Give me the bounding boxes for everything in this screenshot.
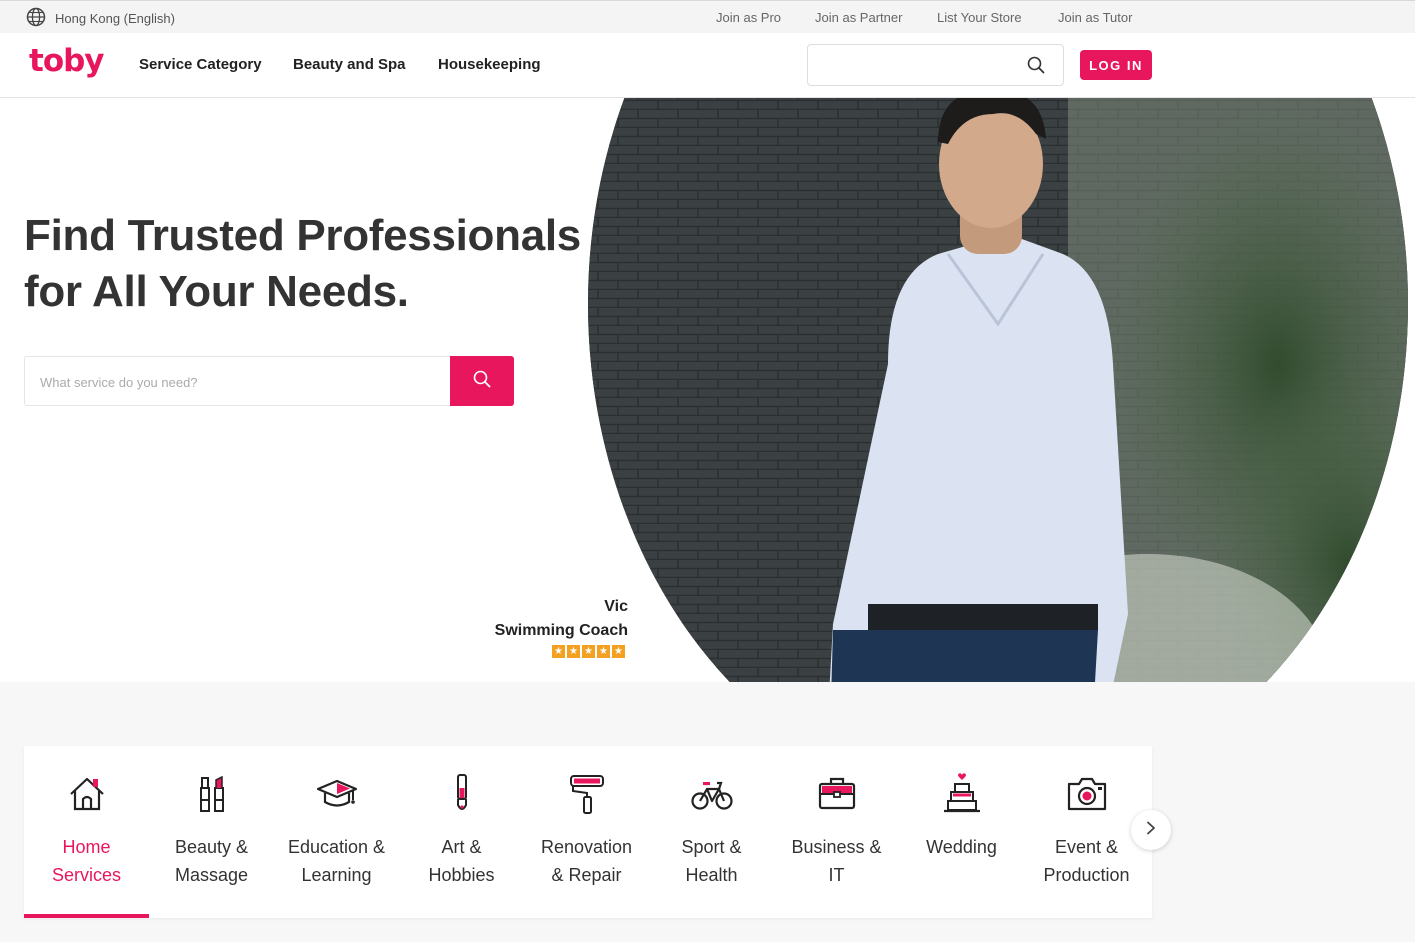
category-art-hobbies[interactable]: Art & Hobbies — [399, 746, 524, 918]
chevron-right-icon — [1144, 821, 1158, 840]
join-as-tutor-link[interactable]: Join as Tutor — [1058, 10, 1132, 25]
category-label-line: Hobbies — [428, 865, 495, 885]
star-icon: ★ — [597, 645, 610, 658]
featured-pro-rating: ★ ★ ★ ★ ★ — [552, 645, 625, 658]
category-label-line: Home — [62, 837, 111, 857]
category-label-line: Health — [685, 865, 738, 885]
hero-title-line-2: for All Your Needs. — [24, 267, 409, 316]
hero-title-line-1: Find Trusted Professionals — [24, 211, 581, 260]
category-label: Event & Production — [1024, 833, 1149, 889]
category-home-services[interactable]: Home Services — [24, 746, 149, 918]
category-renovation-repair[interactable]: Renovation & Repair — [524, 746, 649, 918]
globe-icon — [26, 7, 55, 30]
graduation-cap-icon — [315, 772, 359, 816]
category-label: Renovation & Repair — [524, 833, 649, 889]
hero-title: Find Trusted Professionals for All Your … — [24, 208, 581, 320]
category-wedding[interactable]: Wedding — [899, 746, 1024, 918]
category-label-line: Massage — [174, 865, 249, 885]
bicycle-icon — [690, 772, 734, 816]
search-icon[interactable] — [1027, 56, 1045, 79]
category-label-line: Education & — [287, 837, 386, 857]
category-label: Education & Learning — [274, 833, 399, 889]
category-label: Home Services — [24, 833, 149, 889]
service-search-input[interactable] — [40, 371, 440, 393]
search-icon — [473, 370, 491, 393]
category-label-line: Learning — [301, 865, 372, 885]
top-utility-bar: Hong Kong (English) Join as Pro Join as … — [0, 0, 1415, 33]
category-sport-health[interactable]: Sport & Health — [649, 746, 774, 918]
hero-photo — [588, 98, 1408, 682]
category-label-line: Beauty & — [174, 837, 249, 857]
header-search-box — [807, 44, 1064, 86]
login-button[interactable]: LOG IN — [1080, 50, 1152, 80]
cosmetics-icon — [190, 772, 234, 816]
join-as-partner-link[interactable]: Join as Partner — [815, 10, 902, 25]
category-label-line: Art & — [441, 837, 482, 857]
nav-beauty-and-spa[interactable]: Beauty and Spa — [293, 56, 406, 73]
hero-search-box — [24, 356, 514, 406]
category-label-line: Services — [51, 865, 122, 885]
join-as-pro-link[interactable]: Join as Pro — [716, 10, 781, 25]
category-label-line: Wedding — [926, 837, 997, 857]
carousel-next-button[interactable] — [1131, 810, 1171, 850]
category-beauty-massage[interactable]: Beauty & Massage — [149, 746, 274, 918]
toby-logo[interactable]: toby — [29, 43, 105, 79]
region-label: Hong Kong (English) — [55, 11, 175, 26]
category-label-line: Business & — [791, 837, 882, 857]
star-icon: ★ — [567, 645, 580, 658]
paintbrush-icon — [440, 772, 484, 816]
featured-pro-title: Swimming Coach — [494, 622, 628, 639]
hero-section: Find Trusted Professionals for All Your … — [0, 98, 1415, 682]
category-label: Art & Hobbies — [399, 833, 524, 889]
featured-pro-name: Vic — [604, 598, 628, 615]
active-tab-indicator — [24, 914, 149, 918]
region-selector[interactable]: Hong Kong (English) — [26, 7, 175, 30]
star-icon: ★ — [582, 645, 595, 658]
category-label-line: Production — [1043, 865, 1130, 885]
paint-roller-icon — [565, 772, 609, 816]
category-label-line: Renovation — [540, 837, 633, 857]
category-label: Business & IT — [774, 833, 899, 889]
header-search-input[interactable] — [818, 53, 1018, 77]
category-label: Sport & Health — [649, 833, 774, 889]
category-label: Wedding — [899, 833, 1024, 861]
star-icon: ★ — [612, 645, 625, 658]
category-business-it[interactable]: Business & IT — [774, 746, 899, 918]
briefcase-icon — [815, 772, 859, 816]
list-your-store-link[interactable]: List Your Store — [937, 10, 1022, 25]
main-header: toby Service Category Beauty and Spa Hou… — [0, 33, 1415, 98]
category-label-line: & Repair — [551, 865, 622, 885]
nav-service-category[interactable]: Service Category — [139, 56, 262, 73]
category-section: Home Services Beauty & Massage Education… — [0, 682, 1415, 942]
house-icon — [65, 772, 109, 816]
category-label-line: IT — [828, 865, 845, 885]
wedding-cake-icon — [940, 772, 984, 816]
category-label-line: Sport & — [681, 837, 742, 857]
category-label: Beauty & Massage — [149, 833, 274, 889]
category-education-learning[interactable]: Education & Learning — [274, 746, 399, 918]
hero-search-button[interactable] — [450, 356, 514, 406]
category-label-line: Event & — [1054, 837, 1119, 857]
star-icon: ★ — [552, 645, 565, 658]
camera-icon — [1065, 772, 1109, 816]
nav-housekeeping[interactable]: Housekeeping — [438, 56, 541, 73]
category-carousel: Home Services Beauty & Massage Education… — [24, 746, 1152, 918]
